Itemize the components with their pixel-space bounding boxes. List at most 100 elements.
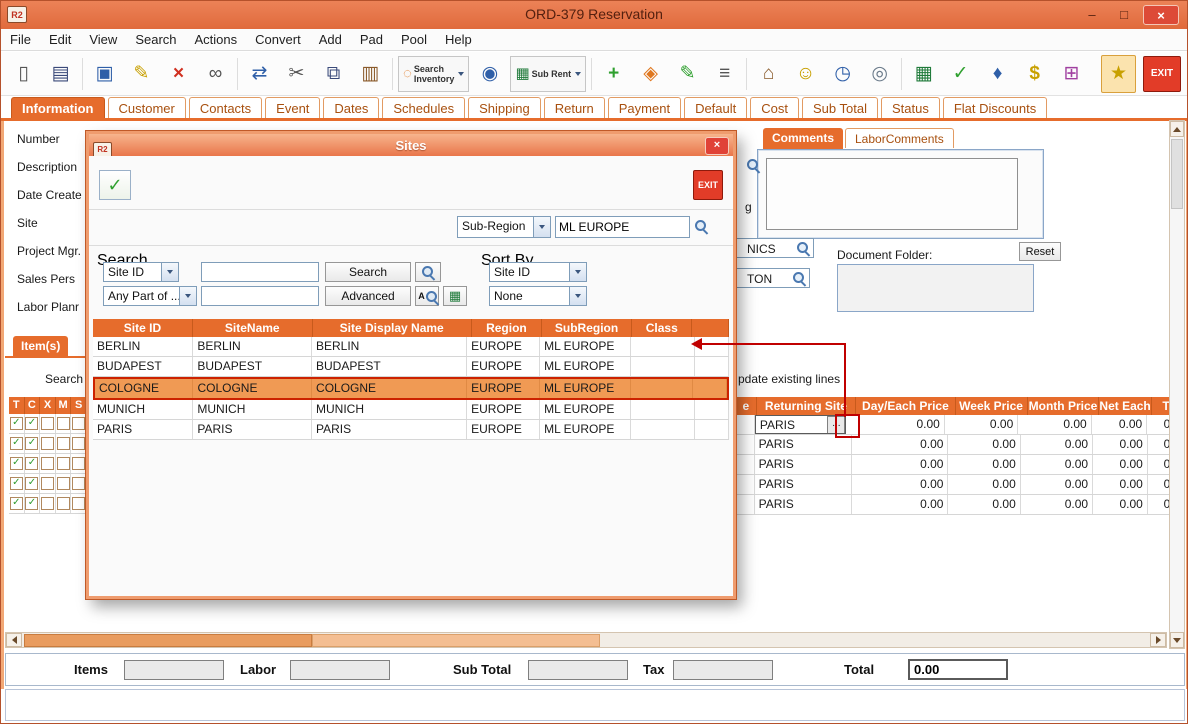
advanced-button[interactable]: Advanced: [325, 286, 411, 306]
cart-button[interactable]: ⊞: [1054, 55, 1089, 93]
checkbox[interactable]: ✓: [10, 457, 23, 470]
checkbox[interactable]: ✓: [25, 457, 38, 470]
site-print-button[interactable]: ⌂: [751, 55, 786, 93]
match-mode-dropdown[interactable]: Any Part of ...: [103, 286, 197, 306]
tab-contacts[interactable]: Contacts: [189, 97, 262, 119]
chevron-down-icon[interactable]: [179, 287, 196, 305]
maximize-button[interactable]: □: [1109, 5, 1139, 25]
tab-payment[interactable]: Payment: [608, 97, 681, 119]
checkbox[interactable]: ✓: [25, 477, 38, 490]
tab-information[interactable]: Information: [11, 97, 105, 119]
dialog-exit-button[interactable]: EXIT: [693, 170, 723, 200]
menu-add[interactable]: Add: [310, 29, 351, 51]
checkbox[interactable]: [57, 457, 70, 470]
sort-secondary-dropdown[interactable]: None: [489, 286, 587, 306]
checkbox[interactable]: [72, 497, 85, 510]
tab-schedules[interactable]: Schedules: [382, 97, 465, 119]
new-document-button[interactable]: ▯: [6, 55, 41, 93]
tab-sub-total[interactable]: Sub Total: [802, 97, 878, 119]
export-convert-button[interactable]: ⇄: [242, 55, 277, 93]
tab-customer[interactable]: Customer: [108, 97, 186, 119]
pads-button[interactable]: ≡: [707, 55, 742, 93]
smiley-button[interactable]: ☺: [788, 55, 823, 93]
subtotal-field[interactable]: [528, 660, 628, 680]
checkbox[interactable]: [41, 417, 54, 430]
tab-default[interactable]: Default: [684, 97, 747, 119]
cut-button[interactable]: ✂: [279, 55, 314, 93]
checkbox[interactable]: ✓: [10, 497, 23, 510]
sub-rent-button[interactable]: ▦ Sub Rent: [510, 56, 586, 92]
database-button[interactable]: ▦: [906, 55, 941, 93]
pricing-row[interactable]: PARIS ... 0.00 0.00 0.00 0.00 0.00: [736, 415, 1169, 435]
horizontal-scrollbar[interactable]: [5, 632, 1167, 648]
checkbox[interactable]: ✓: [10, 417, 23, 430]
checkbox[interactable]: [72, 417, 85, 430]
sort-primary-dropdown[interactable]: Site ID: [489, 262, 587, 282]
tab-return[interactable]: Return: [544, 97, 605, 119]
scroll-left-button[interactable]: [6, 633, 22, 647]
edit-button[interactable]: ✎: [124, 55, 159, 93]
search-button[interactable]: Search: [325, 262, 411, 282]
comments-search-icon[interactable]: [746, 158, 761, 173]
search-value-input[interactable]: [201, 262, 319, 282]
pricing-row[interactable]: PARIS 0.00 0.00 0.00 0.00 0.00: [736, 455, 1169, 475]
comments-textarea[interactable]: [766, 158, 1018, 230]
menu-actions[interactable]: Actions: [186, 29, 247, 51]
tab-cost[interactable]: Cost: [750, 97, 799, 119]
lookup-search-icon[interactable]: [792, 271, 807, 286]
drop-button[interactable]: ◉: [472, 55, 507, 93]
items-total-field[interactable]: [124, 660, 224, 680]
chevron-down-icon[interactable]: [569, 263, 586, 281]
scrollbar-thumb[interactable]: [1171, 139, 1183, 209]
disc-button[interactable]: ◎: [862, 55, 897, 93]
checkbox[interactable]: [57, 417, 70, 430]
sites-row-munich[interactable]: MUNICH MUNICH MUNICH EUROPE ML EUROPE: [93, 400, 729, 420]
key-button[interactable]: ♦: [980, 55, 1015, 93]
tab-shipping[interactable]: Shipping: [468, 97, 541, 119]
scrollbar-thumb[interactable]: [24, 634, 312, 647]
chevron-down-icon[interactable]: [458, 72, 464, 76]
checkbox[interactable]: [41, 477, 54, 490]
close-button[interactable]: ×: [1143, 5, 1179, 25]
copy-button[interactable]: ⧉: [316, 55, 351, 93]
checkbox[interactable]: [72, 437, 85, 450]
search-field-dropdown[interactable]: Site ID: [103, 262, 179, 282]
paste-button[interactable]: ▥: [353, 55, 388, 93]
sites-row-paris[interactable]: PARIS PARIS PARIS EUROPE ML EUROPE: [93, 420, 729, 440]
wand-button[interactable]: ★: [1101, 55, 1136, 93]
tab-event[interactable]: Event: [265, 97, 320, 119]
menu-file[interactable]: File: [1, 29, 40, 51]
pricing-row[interactable]: PARIS 0.00 0.00 0.00 0.00 0.00: [736, 495, 1169, 515]
tab-flat-discounts[interactable]: Flat Discounts: [943, 97, 1047, 119]
scroll-down-button[interactable]: [1170, 632, 1184, 648]
add-button[interactable]: +: [596, 55, 631, 93]
checkbox[interactable]: [57, 497, 70, 510]
letter-search-button[interactable]: A: [415, 286, 439, 306]
lookup-field[interactable]: TON: [736, 268, 810, 288]
menu-convert[interactable]: Convert: [246, 29, 310, 51]
edit-note-button[interactable]: ✎: [670, 55, 705, 93]
tab-comments[interactable]: Comments: [763, 128, 843, 149]
lookup-search-icon[interactable]: [796, 241, 811, 256]
menu-edit[interactable]: Edit: [40, 29, 80, 51]
scroll-up-button[interactable]: [1170, 121, 1184, 137]
toolbar-exit-button[interactable]: EXIT: [1143, 56, 1181, 92]
sites-row-budapest[interactable]: BUDAPEST BUDAPEST BUDAPEST EUROPE ML EUR…: [93, 357, 729, 377]
labor-total-field[interactable]: [290, 660, 390, 680]
delete-button[interactable]: ×: [161, 55, 196, 93]
chevron-down-icon[interactable]: [569, 287, 586, 305]
sites-row-berlin[interactable]: BERLIN BERLIN BERLIN EUROPE ML EUROPE: [93, 337, 729, 357]
binoculars-search-button[interactable]: ∞: [198, 55, 233, 93]
scroll-right-button[interactable]: [1150, 633, 1166, 647]
subregion-filter-input[interactable]: [555, 216, 690, 238]
checkbox[interactable]: [57, 477, 70, 490]
checklist-button[interactable]: ✓: [943, 55, 978, 93]
confirm-button[interactable]: ✓: [99, 170, 131, 200]
tab-items[interactable]: Item(s): [13, 336, 68, 356]
checkbox[interactable]: [41, 497, 54, 510]
subregion-dropdown[interactable]: Sub-Region: [457, 216, 551, 238]
checkbox[interactable]: ✓: [25, 497, 38, 510]
person-search-button[interactable]: [415, 262, 441, 282]
checkbox[interactable]: ✓: [25, 417, 38, 430]
checkbox[interactable]: [41, 457, 54, 470]
